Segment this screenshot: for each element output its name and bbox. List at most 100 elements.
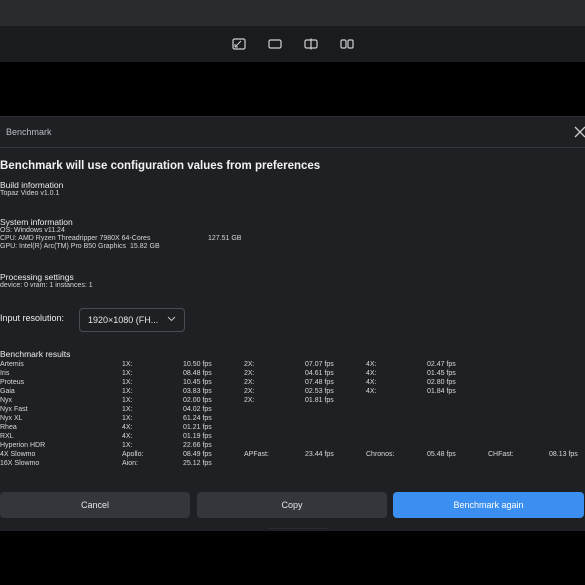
result-cell: 2X:	[244, 370, 255, 377]
result-cell: 2X:	[244, 388, 255, 395]
result-cell	[244, 405, 305, 414]
table-row: Rhea 4X: 01.21 fps	[0, 423, 585, 432]
result-cell: 4X:	[366, 361, 377, 368]
input-resolution-value: 1920×1080 (FH...	[88, 315, 159, 325]
result-cell: 4X:	[366, 388, 377, 395]
result-cell	[488, 432, 549, 441]
system-cpu-memory: 127.51 GB	[208, 235, 242, 242]
model-name-cell: Artemis	[0, 361, 24, 368]
result-cell	[488, 360, 549, 369]
result-cell	[305, 405, 366, 414]
side-by-side-icon[interactable]	[338, 35, 356, 53]
result-cell: 08.49 fps	[183, 451, 212, 458]
result-cell	[488, 396, 549, 405]
result-cell	[549, 387, 585, 396]
input-resolution-select[interactable]: 1920×1080 (FH...	[79, 308, 185, 332]
result-cell	[366, 414, 427, 423]
model-name-cell: Nyx XL	[0, 415, 23, 422]
result-cell: 01.21 fps	[183, 424, 212, 431]
system-cpu-row: CPU: AMD Ryzen Threadripper 7980X 64-Cor…	[0, 235, 241, 243]
results-table: Artemis 1X: 10.50 fps 2X: 07.07 fps 4X: 02.47 …	[0, 360, 585, 468]
result-cell	[488, 405, 549, 414]
result-cell: 02.47 fps	[427, 361, 456, 368]
result-cell: 1X:	[122, 370, 133, 377]
result-cell	[488, 387, 549, 396]
result-cell	[549, 360, 585, 369]
result-cell: 25.12 fps	[183, 460, 212, 467]
result-cell: 07.48 fps	[305, 379, 334, 386]
result-cell	[427, 459, 488, 468]
result-cell: 05.48 fps	[427, 451, 456, 458]
result-cell: 04.61 fps	[305, 370, 334, 377]
result-cell: 4X:	[122, 424, 133, 431]
chevron-down-icon	[167, 316, 176, 322]
result-cell: 1X:	[122, 379, 133, 386]
result-cell: 1X:	[122, 415, 133, 422]
result-cell	[549, 396, 585, 405]
result-cell	[549, 369, 585, 378]
table-row: Nyx 1X: 02.00 fps 2X: 01.81 fps	[0, 396, 585, 405]
result-cell	[244, 432, 305, 441]
close-icon[interactable]	[573, 125, 585, 139]
result-cell	[427, 432, 488, 441]
model-name-cell: Nyx Fast	[0, 406, 28, 413]
model-name-cell: Iris	[0, 370, 10, 377]
result-cell	[244, 459, 305, 468]
result-cell	[488, 423, 549, 432]
model-name-cell: Gaia	[0, 388, 15, 395]
table-row: Iris 1X: 08.48 fps 2X: 04.61 fps 4X: 01.45 fps	[0, 369, 585, 378]
result-cell	[488, 441, 549, 450]
result-cell: 02.80 fps	[427, 379, 456, 386]
system-heading: System information	[0, 217, 73, 227]
benchmark-again-button[interactable]: Benchmark again	[393, 492, 584, 518]
crop-icon[interactable]	[230, 35, 248, 53]
result-cell: CHFast:	[488, 451, 514, 458]
copy-button[interactable]: Copy	[197, 492, 387, 518]
result-cell: 1X:	[122, 388, 133, 395]
model-name-cell: Proteus	[0, 379, 25, 386]
view-toolbar	[0, 26, 585, 62]
table-row: Nyx XL 1X: 61.24 fps	[0, 414, 585, 423]
result-cell: 10.45 fps	[183, 379, 212, 386]
result-cell	[305, 459, 366, 468]
single-view-icon[interactable]	[266, 35, 284, 53]
result-cell	[427, 396, 488, 405]
model-name-cell: Nyx	[0, 397, 13, 404]
result-cell	[549, 441, 585, 450]
dialog-actions: Cancel Copy Benchmark again	[0, 492, 585, 518]
table-row: 4X Slowmo Apollo: 08.49 fps APFast: 23.44 fp…	[0, 450, 585, 459]
result-cell: 22.66 fps	[183, 442, 212, 449]
system-gpu: GPU: Intel(R) Arc(TM) Pro B50 Graphics	[0, 243, 127, 250]
input-resolution-label: Input resolution:	[0, 313, 65, 323]
result-cell: 1X:	[122, 442, 133, 449]
result-cell: 04.02 fps	[183, 406, 212, 413]
result-cell	[366, 459, 427, 468]
result-cell	[305, 441, 366, 450]
result-cell	[549, 405, 585, 414]
model-name-cell: 16X Slowmo	[0, 460, 40, 467]
result-cell: 1X:	[122, 406, 133, 413]
result-cell: 4X:	[366, 370, 377, 377]
result-cell	[305, 423, 366, 432]
benchmark-dialog: Benchmark Benchmark will use configurati…	[0, 116, 585, 531]
split-view-icon[interactable]	[302, 35, 320, 53]
table-row: Proteus 1X: 10.45 fps 2X: 07.48 fps 4X: 02.80 …	[0, 378, 585, 387]
benchmark-results: Benchmark results Artemis 1X: 10.50 fps 2X:…	[0, 349, 585, 468]
cancel-button[interactable]: Cancel	[0, 492, 190, 518]
table-row: Hyperion HDR 1X: 22.66 fps	[0, 441, 585, 450]
result-cell	[488, 414, 549, 423]
table-row: 16X Slowmo Aion: 25.12 fps	[0, 459, 585, 468]
result-cell	[549, 414, 585, 423]
model-name-cell: RXL	[0, 433, 14, 440]
processing-settings: device: 0 vram: 1 instances: 1	[0, 282, 93, 289]
result-cell: 1X:	[122, 397, 133, 404]
result-cell	[305, 414, 366, 423]
result-cell: 01.45 fps	[427, 370, 456, 377]
model-name-cell: Rhea	[0, 424, 17, 431]
result-cell	[244, 414, 305, 423]
result-cell: Chronos:	[366, 451, 395, 458]
dialog-header: Benchmark	[0, 117, 585, 148]
table-row: Artemis 1X: 10.50 fps 2X: 07.07 fps 4X: 02.47 …	[0, 360, 585, 369]
system-gpu-row: GPU: Intel(R) Arc(TM) Pro B50 Graphics 1…	[0, 243, 241, 251]
result-cell: 08.48 fps	[183, 370, 212, 377]
